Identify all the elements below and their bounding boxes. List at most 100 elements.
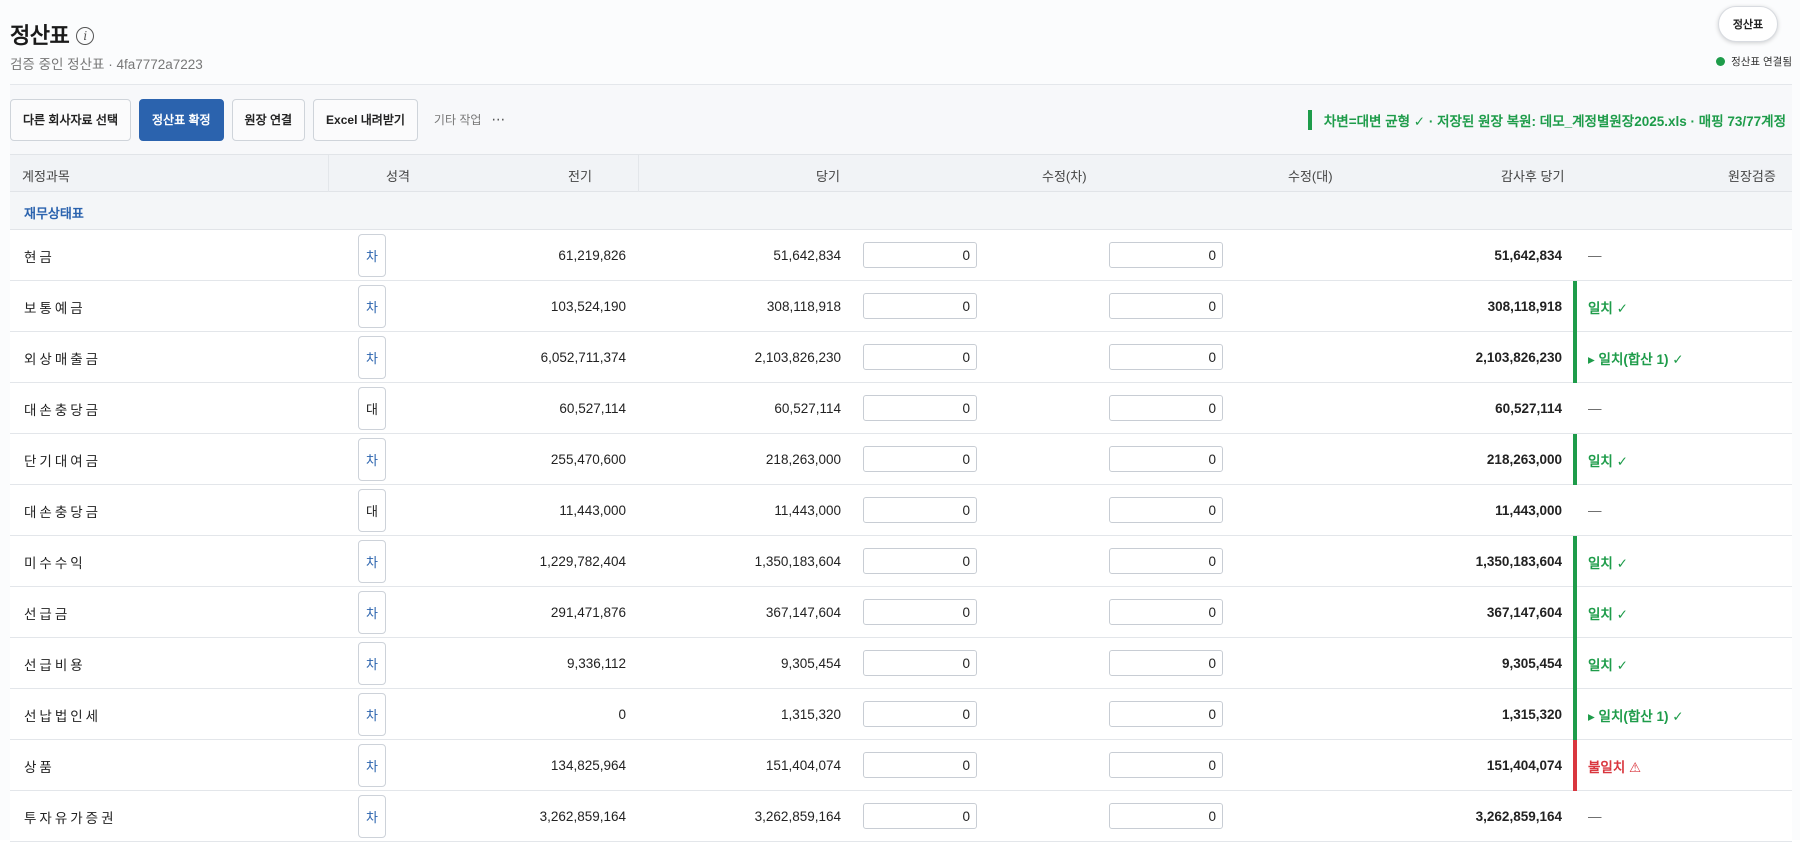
status-dot-icon xyxy=(1716,57,1726,66)
current-amount: 2,103,826,230 xyxy=(754,350,841,365)
select-other-company-button[interactable]: 다른 회사자료 선택 xyxy=(10,98,131,141)
audited-amount: 51,642,834 xyxy=(1494,248,1562,263)
adjust-debit-input[interactable] xyxy=(863,344,977,370)
adjust-debit-input[interactable] xyxy=(863,497,977,523)
page-subtitle: 검증 중인 정산표 · 4fa7772a7223 xyxy=(10,57,203,72)
col-cur: 당기 xyxy=(816,169,840,184)
adjust-debit-input[interactable] xyxy=(863,752,977,778)
adjust-credit-input[interactable] xyxy=(1109,344,1223,370)
ledger-verify-status[interactable]: 일치 ✓ xyxy=(1588,281,1628,332)
account-name: 대손충당금 xyxy=(24,504,102,520)
prior-amount: 1,229,782,404 xyxy=(539,554,626,569)
adjust-debit-input[interactable] xyxy=(863,803,977,829)
ledger-verify-status[interactable]: 일치 ✓ xyxy=(1588,434,1628,485)
debit-credit-toggle[interactable]: 차 xyxy=(358,285,386,328)
col-adj-cr: 수정(대) xyxy=(1288,169,1333,184)
table-row: 단기대여금 차 255,470,600 218,263,000 218,263,000 일… xyxy=(10,434,1792,485)
current-amount: 151,404,074 xyxy=(765,758,841,773)
adjust-debit-input[interactable] xyxy=(863,242,977,268)
excel-download-button[interactable]: Excel 내려받기 xyxy=(313,98,418,141)
account-name: 대손충당금 xyxy=(24,402,102,418)
adjust-credit-input[interactable] xyxy=(1109,446,1223,472)
debit-credit-toggle[interactable]: 차 xyxy=(358,540,386,583)
adjust-debit-input[interactable] xyxy=(863,395,977,421)
info-icon[interactable]: i xyxy=(76,27,95,45)
ledger-verify-status[interactable]: ▸ 일치(합산 1) ✓ xyxy=(1588,689,1684,740)
adjust-credit-input[interactable] xyxy=(1109,803,1223,829)
more-actions-menu[interactable]: 기타 작업 ⋯ xyxy=(434,111,507,128)
adjust-debit-input[interactable] xyxy=(863,548,977,574)
balance-status-message: 차변=대변 균형 ✓ · 저장된 원장 복원: 데모_계정별원장2025.xls… xyxy=(1307,109,1786,130)
adjust-credit-input[interactable] xyxy=(1109,701,1223,727)
verify-status-bar xyxy=(1573,383,1577,434)
ledger-verify-status[interactable]: 일치 ✓ xyxy=(1588,587,1628,638)
confirm-worksheet-button[interactable]: 정산표 확정 xyxy=(139,98,224,141)
audited-amount: 367,147,604 xyxy=(1486,605,1562,620)
adjust-credit-input[interactable] xyxy=(1109,293,1223,319)
debit-credit-toggle[interactable]: 차 xyxy=(358,336,386,379)
debit-credit-toggle[interactable]: 차 xyxy=(358,795,386,838)
audited-amount: 1,350,183,604 xyxy=(1475,554,1562,569)
debit-credit-toggle[interactable]: 대 xyxy=(358,387,386,430)
adjust-debit-input[interactable] xyxy=(863,701,977,727)
adjust-credit-input[interactable] xyxy=(1109,497,1223,523)
ledger-verify-status[interactable]: 일치 ✓ xyxy=(1588,536,1628,587)
debit-credit-toggle[interactable]: 차 xyxy=(358,591,386,634)
col-account: 계정과목 xyxy=(22,169,70,184)
ledger-verify-status[interactable]: ▸ 일치(합산 1) ✓ xyxy=(1588,332,1684,383)
adjust-debit-input[interactable] xyxy=(863,446,977,472)
current-amount: 3,262,859,164 xyxy=(754,809,841,824)
page: 정산표 i 검증 중인 정산표 · 4fa7772a7223 정산표 정산표 연… xyxy=(0,0,1800,842)
prior-amount: 3,262,859,164 xyxy=(539,809,626,824)
adjust-debit-input[interactable] xyxy=(863,599,977,625)
debit-credit-toggle[interactable]: 차 xyxy=(358,744,386,787)
toolbar: 다른 회사자료 선택 정산표 확정 원장 연결 Excel 내려받기 기타 작업… xyxy=(10,84,1792,154)
table-row: 선급비용 차 9,336,112 9,305,454 9,305,454 일치 ✓ xyxy=(10,638,1792,689)
debit-credit-toggle[interactable]: 차 xyxy=(358,642,386,685)
table-row: 투자유가증권 차 3,262,859,164 3,262,859,164 3,262,8… xyxy=(10,791,1792,842)
col-prev: 전기 xyxy=(568,169,592,184)
table-row: 대손충당금 대 11,443,000 11,443,000 11,443,000 — xyxy=(10,485,1792,536)
audited-amount: 60,527,114 xyxy=(1495,401,1562,416)
table-row: 외상매출금 차 6,052,711,374 2,103,826,230 2,103,82… xyxy=(10,332,1792,383)
debit-credit-toggle[interactable]: 차 xyxy=(358,693,386,736)
ledger-verify-status[interactable]: 일치 ✓ xyxy=(1588,638,1628,689)
adjust-credit-input[interactable] xyxy=(1109,650,1223,676)
ledger-verify-status[interactable]: 불일치 ⚠ xyxy=(1588,740,1641,791)
ledger-verify-status: — xyxy=(1588,503,1602,518)
page-title: 정산표 xyxy=(10,23,70,48)
col-adj-dr: 수정(차) xyxy=(1042,169,1087,184)
account-name: 상품 xyxy=(24,759,55,775)
debit-credit-toggle[interactable]: 차 xyxy=(358,234,386,277)
more-actions-label: 기타 작업 xyxy=(433,113,482,127)
table-row: 선급금 차 291,471,876 367,147,604 367,147,604 일치 … xyxy=(10,587,1792,638)
adjust-credit-input[interactable] xyxy=(1109,752,1223,778)
adjust-credit-input[interactable] xyxy=(1109,242,1223,268)
ledger-verify-status: — xyxy=(1588,401,1602,416)
worksheet-toggle-button[interactable]: 정산표 xyxy=(1718,6,1778,42)
adjust-credit-input[interactable] xyxy=(1109,395,1223,421)
verify-status-bar xyxy=(1573,740,1577,791)
adjust-credit-input[interactable] xyxy=(1109,599,1223,625)
verify-status-bar xyxy=(1573,638,1577,689)
table-body: 현금차61,219,82651,642,83451,642,834—보통예금차1… xyxy=(10,230,1792,842)
table-row: 보통예금 차 103,524,190 308,118,918 308,118,918 일치… xyxy=(10,281,1792,332)
current-amount: 9,305,454 xyxy=(780,656,841,671)
audited-amount: 3,262,859,164 xyxy=(1475,809,1562,824)
adjust-credit-input[interactable] xyxy=(1109,548,1223,574)
debit-credit-toggle[interactable]: 차 xyxy=(358,438,386,481)
section-label: 재무상태표 xyxy=(24,206,84,221)
debit-credit-toggle[interactable]: 대 xyxy=(358,489,386,532)
audited-amount: 308,118,918 xyxy=(1487,299,1562,314)
current-amount: 11,443,000 xyxy=(774,503,841,518)
table-row: 현금 차 61,219,826 51,642,834 51,642,834 — xyxy=(10,230,1792,281)
adjust-debit-input[interactable] xyxy=(863,650,977,676)
prior-amount: 134,825,964 xyxy=(550,758,626,773)
verify-status-bar xyxy=(1573,791,1577,842)
title-row: 정산표 i xyxy=(10,18,203,50)
link-ledger-button[interactable]: 원장 연결 xyxy=(231,98,306,141)
adjust-debit-input[interactable] xyxy=(863,293,977,319)
account-name: 선급금 xyxy=(24,606,71,622)
table-row: 상품 차 134,825,964 151,404,074 151,404,074 불일치 … xyxy=(10,740,1792,791)
connection-status-label: 정산표 연결됨 xyxy=(1731,56,1792,68)
